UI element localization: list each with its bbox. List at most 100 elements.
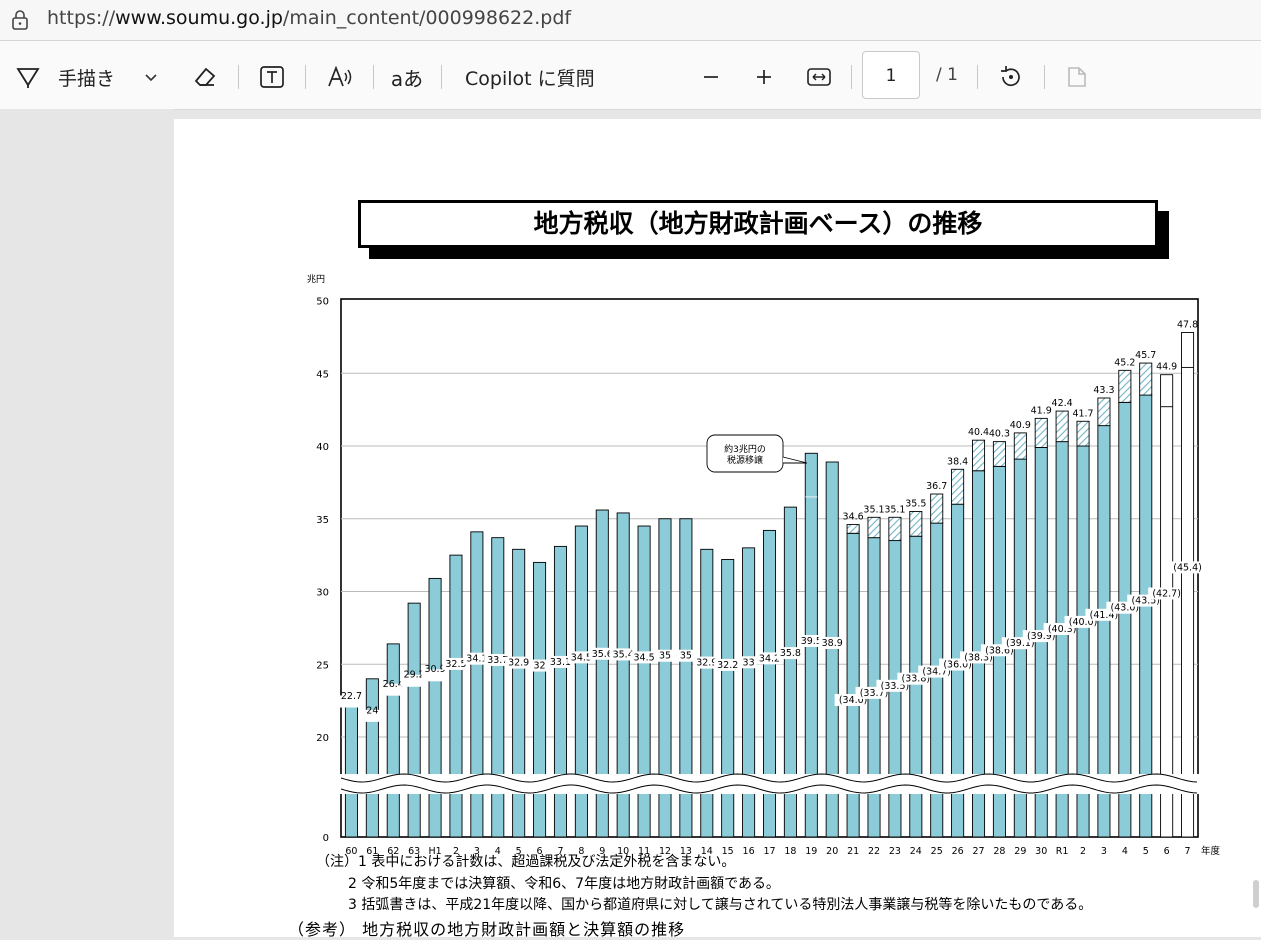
divider [373, 65, 374, 89]
value-label: 35 [659, 651, 671, 662]
divider [851, 65, 852, 89]
x-unit-label: 年度 [1201, 845, 1221, 857]
draw-button[interactable]: 手描き [58, 63, 115, 91]
read-aloud-icon[interactable] [326, 63, 356, 91]
x-tick-label: 24 [910, 846, 922, 857]
x-tick-label: 7 [1185, 846, 1191, 857]
value-label: 32 [534, 661, 546, 672]
page-total: / 1 [936, 65, 958, 85]
bar [1118, 401, 1132, 838]
divider [1044, 65, 1045, 89]
page-number-input[interactable]: 1 [862, 51, 920, 99]
value-label: 33 [743, 657, 755, 668]
copilot-button[interactable]: Copilot に質問 [465, 63, 595, 91]
x-tick-label: 5 [1143, 846, 1149, 857]
translate-icon[interactable]: aあ [390, 63, 424, 91]
value-label: 22.7 [341, 691, 362, 702]
pdf-page: 地方税収（地方財政計画ベース）の推移 0 20 25 30 35 40 45 50 兆円 60 22… [174, 119, 1261, 939]
text-box-icon[interactable] [258, 64, 286, 90]
excluding-transfer-label: (42.7) [1152, 589, 1181, 600]
value-label: 32.2 [717, 660, 738, 671]
bar [344, 697, 358, 838]
x-tick-label: 23 [889, 846, 901, 857]
bar-plan [1160, 374, 1174, 838]
bar-transfer-segment [867, 516, 881, 539]
bar-transfer-segment [1055, 410, 1069, 443]
value-label: 35.1 [863, 504, 884, 515]
tax-revenue-chart: 020253035404550兆円6022.761246226.46329.2H… [307, 274, 1221, 859]
bar-transfer-segment [992, 441, 1006, 467]
y-tick-label: 50 [316, 297, 329, 308]
value-label: 45.2 [1114, 357, 1135, 368]
x-tick-label: 30 [1035, 846, 1047, 857]
url-text[interactable]: https://www.soumu.go.jp/main_content/000… [47, 7, 571, 29]
y-tick-label: 30 [316, 588, 329, 599]
x-tick-label: 21 [847, 846, 859, 857]
y-tick-label: 0 [323, 833, 329, 844]
value-label: 35 [680, 651, 692, 662]
x-tick-label: 25 [931, 846, 943, 857]
bar [533, 561, 547, 838]
note-3: 3 括弧書きは、平成21年度以降、国から都道府県に対して譲与されている特別法人事… [348, 897, 1093, 913]
x-tick-label: 16 [743, 846, 755, 857]
eraser-icon[interactable] [190, 63, 220, 91]
divider [238, 65, 239, 89]
callout-line-2: 税源移譲 [727, 454, 763, 466]
bar [1139, 394, 1153, 838]
reference-heading: （参考） 地方税収の地方財政計画額と決算額の推移 [288, 920, 686, 939]
bar-transfer-segment [1097, 397, 1111, 427]
scrollbar-thumb[interactable] [1253, 880, 1259, 908]
value-label: 32.9 [508, 658, 529, 669]
x-tick-label: 19 [805, 846, 817, 857]
value-label: 36.7 [926, 481, 947, 492]
draw-icon[interactable] [14, 65, 42, 89]
bar [386, 643, 400, 838]
value-label: 44.9 [1156, 362, 1177, 373]
fit-width-icon[interactable] [805, 64, 833, 90]
bar [449, 554, 463, 838]
y-tick-label: 45 [316, 369, 329, 380]
zoom-in-icon[interactable] [753, 65, 775, 89]
bar-transfer-segment [930, 493, 944, 524]
bar-transfer-segment [1013, 432, 1027, 460]
bar-transfer-segment [1118, 369, 1132, 403]
bar-transfer-segment [1139, 362, 1153, 396]
value-label: 38.4 [947, 456, 968, 467]
value-label: 41.7 [1072, 408, 1093, 419]
lock-icon[interactable] [8, 8, 32, 32]
viewer-background [0, 109, 174, 937]
value-label: 40.9 [1010, 420, 1031, 431]
bar [721, 559, 735, 838]
y-tick-label: 20 [316, 733, 329, 744]
bar [365, 678, 379, 838]
x-tick-label: 3 [1101, 846, 1107, 857]
y-tick-label: 25 [316, 660, 329, 671]
value-label: 35.8 [780, 648, 801, 659]
divider [441, 65, 442, 89]
y-tick-label: 35 [316, 515, 329, 526]
value-label: 35.5 [905, 498, 926, 509]
value-label: 41.9 [1031, 405, 1052, 416]
value-label: 45.7 [1135, 350, 1156, 361]
value-label: 24 [366, 706, 378, 717]
excluding-transfer-label: (45.4) [1173, 562, 1202, 573]
chevron-down-icon[interactable] [142, 69, 160, 87]
x-sub-label: 地財 [1158, 858, 1176, 859]
url-path: /main_content/000998622.pdf [282, 7, 572, 29]
url-prefix: https:// [47, 7, 116, 29]
value-label: 34.5 [634, 652, 655, 663]
value-label: 43.3 [1093, 385, 1114, 396]
zoom-out-icon[interactable] [700, 65, 722, 89]
address-bar: https://www.soumu.go.jp/main_content/000… [0, 0, 1261, 41]
x-tick-label: 20 [826, 846, 838, 857]
note-1: （注）1 表中における計数は、超過課税及び法定外税を含まない。 [316, 854, 736, 870]
page-view-icon [1064, 64, 1092, 90]
rotate-icon[interactable] [996, 63, 1026, 91]
divider [305, 65, 306, 89]
x-sub-label: 地財 [1179, 858, 1197, 859]
bar-transfer-segment [888, 516, 902, 542]
y-tick-label: 40 [316, 442, 329, 453]
bar-transfer-segment [1034, 417, 1048, 448]
x-tick-label: 2 [1080, 846, 1086, 857]
x-tick-label: 6 [1164, 846, 1170, 857]
